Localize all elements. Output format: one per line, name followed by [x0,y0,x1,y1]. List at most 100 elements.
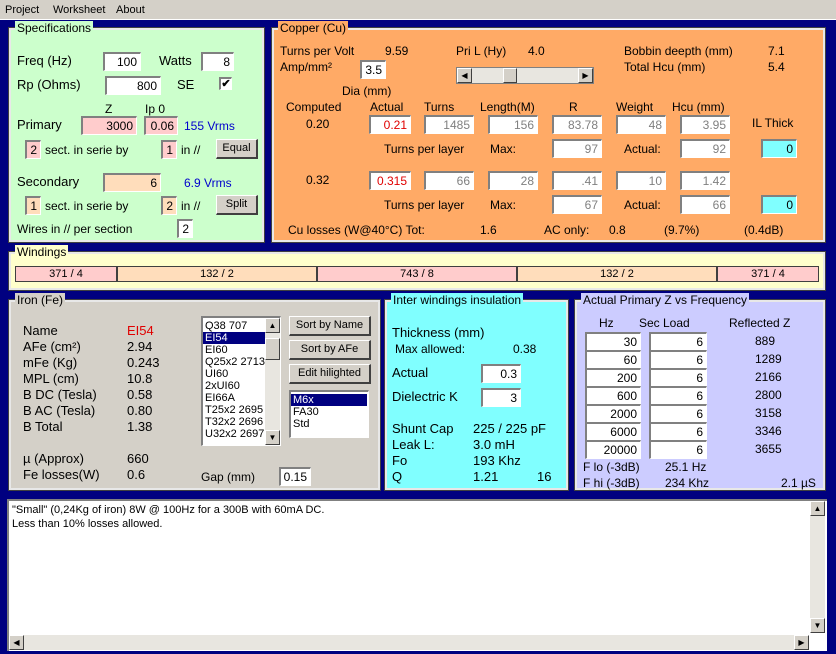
notes-horizontal-scrollbar[interactable]: ◀ ▶ [9,635,809,650]
material-list-item[interactable]: M6x [291,394,367,406]
menu-about[interactable]: About [116,4,145,16]
core-scroll-down-arrow[interactable]: ▼ [265,430,280,445]
cu-losses-total: 1.6 [480,223,497,237]
insul-actual-label: Actual [392,365,429,380]
material-list[interactable]: M6x FA30 Std [289,390,369,438]
sort-by-afe-button[interactable]: Sort by AFe [289,340,371,360]
core-scroll-thumb[interactable] [265,338,280,360]
core-list-scrollbar[interactable]: ▲ ▼ [265,318,280,445]
pri-l-value: 4.0 [528,44,545,58]
core-list-item[interactable]: EI66A [203,392,265,404]
menu-worksheet[interactable]: Worksheet [53,4,105,16]
secondary-actual-tpl: 66 [680,195,730,214]
insul-actual-input[interactable]: 0.3 [481,364,521,383]
slider-right-arrow[interactable]: ▶ [578,68,593,83]
pri-l-slider[interactable]: ◀ ▶ [456,67,594,84]
secondary-il-thick-input[interactable]: 0 [761,195,797,214]
primary-hcu: 3.95 [680,115,730,134]
winding-segment: 743 / 8 [317,266,517,282]
core-list[interactable]: Q38 707 EI54 EI60 Q25x2 2713 UI60 2xUI60 EI66A… [201,316,281,446]
frequency-hz-input[interactable]: 20000 [585,440,641,459]
core-list-item[interactable]: T32x2 2696 [203,416,265,428]
reflected-z-value: 1289 [755,352,782,366]
reflected-z-value: 889 [755,334,776,348]
notes-line-2: Less than 10% losses allowed. [12,518,163,530]
material-list-items: M6x FA30 Std [291,394,367,430]
notes-vertical-scrollbar[interactable]: ▲ ▼ [810,501,825,633]
frequency-hz-input[interactable]: 30 [585,332,641,351]
turns-label: Turns [424,100,455,114]
primary-z-input[interactable]: 3000 [81,116,137,135]
core-scroll-up-arrow[interactable]: ▲ [265,318,280,333]
primary-ip0-input[interactable]: 0.06 [144,116,178,135]
bdc-label: B DC (Tesla) [23,387,97,402]
primary-sections-input[interactable]: 2 [25,140,41,159]
notes-scroll-up-arrow[interactable]: ▲ [810,501,825,516]
primary-il-thick-input[interactable]: 0 [761,139,797,158]
primary-actual-dia-input[interactable]: 0.21 [369,115,411,134]
core-list-item[interactable]: Q25x2 2713 [203,356,265,368]
sec-load-input[interactable]: 6 [649,332,707,351]
core-list-item[interactable]: Q38 707 [203,320,265,332]
notes-scroll-right-arrow[interactable]: ▶ [794,635,809,650]
sec-load-column-label: Sec Load [639,316,690,330]
secondary-vrms: 6.9 Vrms [184,176,232,190]
core-list-item[interactable]: T25x2 2695 [203,404,265,416]
secondary-hcu: 1.42 [680,171,730,190]
reflected-z-value: 3346 [755,424,782,438]
menu-project[interactable]: Project [5,4,39,16]
core-list-item[interactable]: EI60 [203,344,265,356]
secondary-serie-label: sect. in serie by [45,199,129,213]
frequency-hz-input[interactable]: 2000 [585,404,641,423]
slider-thumb[interactable] [503,68,518,83]
core-list-item[interactable]: U32x2 2697 [203,428,265,440]
frequency-hz-input[interactable]: 60 [585,350,641,369]
freq-input[interactable]: 100 [103,52,141,71]
equal-button[interactable]: Equal [216,139,258,159]
sec-load-input[interactable]: 6 [649,404,707,423]
afe-value: 2.94 [127,339,153,354]
ac-only-db: (0.4dB) [744,223,784,237]
secondary-actual-dia-input[interactable]: 0.315 [369,171,411,190]
slider-left-arrow[interactable]: ◀ [457,68,472,83]
insulation-title: Inter windings insulation [391,293,524,307]
frequency-hz-input[interactable]: 6000 [585,422,641,441]
notes-scroll-left-arrow[interactable]: ◀ [9,635,24,650]
secondary-z-input[interactable]: 6 [103,173,161,192]
reflected-z-value: 2166 [755,370,782,384]
core-list-item[interactable]: EI54 [203,332,265,344]
mfe-label: mFe (Kg) [23,355,78,370]
secondary-parallel-input[interactable]: 2 [161,196,177,215]
sec-load-input[interactable]: 6 [649,368,707,387]
rp-input[interactable]: 800 [105,76,161,95]
dielectric-input[interactable]: 3 [481,388,521,407]
material-list-item[interactable]: Std [291,418,367,430]
notes-textarea[interactable]: "Small" (0,24Kg of iron) 8W @ 100Hz for … [7,499,827,651]
primary-parallel-input[interactable]: 1 [161,140,177,159]
windings-title: Windings [15,245,69,259]
secondary-sections-input[interactable]: 1 [25,196,41,215]
frequency-hz-input[interactable]: 600 [585,386,641,405]
shunt-cap-label: Shunt Cap [392,421,454,436]
rise-time-value: 2.1 µS [781,476,816,490]
edit-highlighted-button[interactable]: Edit hilighted [289,364,371,384]
sec-load-input[interactable]: 6 [649,422,707,441]
sec-load-input[interactable]: 6 [649,440,707,459]
amp-density-input[interactable]: 3.5 [360,60,386,79]
split-button[interactable]: Split [216,195,258,215]
secondary-max-label: Max: [490,198,517,212]
core-list-item[interactable]: UI60 [203,368,265,380]
notes-scroll-down-arrow[interactable]: ▼ [810,618,825,633]
se-checkbox[interactable]: ✔ [219,77,232,90]
watts-input[interactable]: 8 [201,52,234,71]
sec-load-input[interactable]: 6 [649,386,707,405]
notes-line-1: "Small" (0,24Kg of iron) 8W @ 100Hz for … [12,504,325,516]
core-list-item[interactable]: 2xUI60 [203,380,265,392]
sec-load-input[interactable]: 6 [649,350,707,369]
material-list-item[interactable]: FA30 [291,406,367,418]
primary-tpl-label: Turns per layer [384,142,465,156]
frequency-hz-input[interactable]: 200 [585,368,641,387]
sort-by-name-button[interactable]: Sort by Name [289,316,371,336]
wires-input[interactable]: 2 [177,219,193,238]
gap-input[interactable]: 0.15 [279,467,311,486]
